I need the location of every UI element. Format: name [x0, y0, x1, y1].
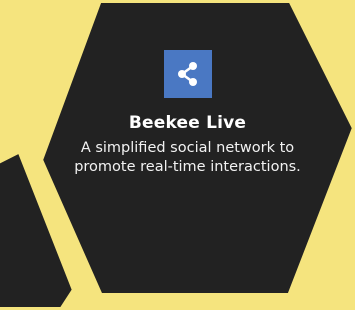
card-description: A simplified social network to promote r… [74, 140, 301, 175]
feature-card[interactable]: Beekee Live A simplified social network … [60, 50, 315, 177]
hexagon-card-view: Beekee Live A simplified social network … [0, 0, 355, 310]
share-icon [177, 62, 197, 86]
share-tile[interactable] [163, 50, 212, 98]
card-title: Beekee Live [128, 113, 247, 133]
